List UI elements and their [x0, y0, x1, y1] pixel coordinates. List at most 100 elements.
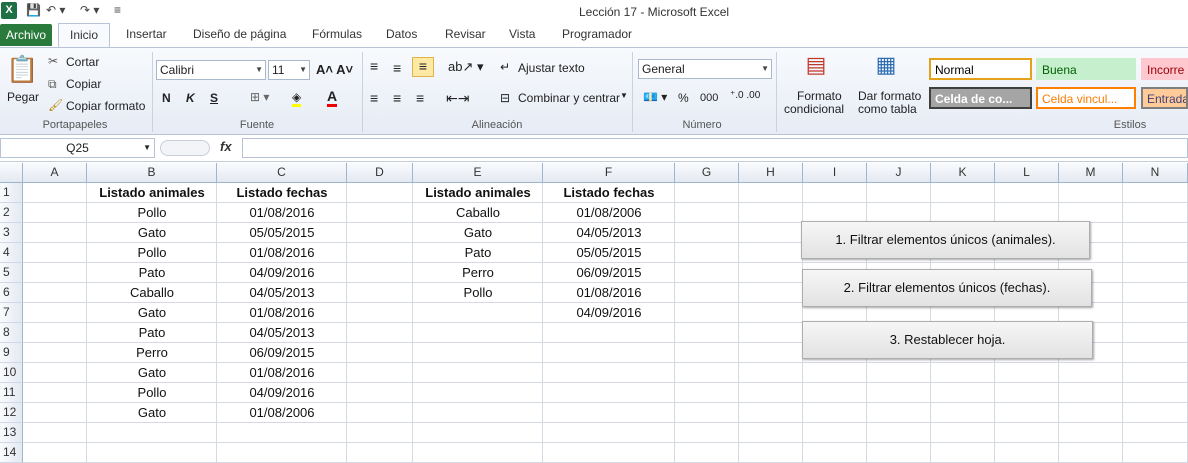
column-header-n[interactable]: N	[1123, 163, 1188, 183]
table-cell[interactable]: Gato	[413, 223, 543, 243]
conditional-format-label-2[interactable]: condicional	[784, 102, 844, 116]
row-header-4[interactable]: 4	[0, 243, 23, 263]
column-header-k[interactable]: K	[931, 163, 995, 183]
row-header-9[interactable]: 9	[0, 343, 23, 363]
table-cell[interactable]: Gato	[87, 223, 217, 243]
table-cell[interactable]: Pato	[413, 243, 543, 263]
conditional-format-icon[interactable]: ▤	[800, 52, 832, 82]
font-color-icon[interactable]: A	[327, 88, 338, 107]
underline-button[interactable]: S	[210, 91, 218, 105]
number-format-select[interactable]: General ▼	[638, 59, 772, 79]
format-as-table-icon[interactable]: ▦	[870, 52, 902, 82]
align-bottom-icon[interactable]: ≡	[412, 57, 434, 77]
table-cell[interactable]: Caballo	[87, 283, 217, 303]
table-cell[interactable]: 05/05/2015	[543, 243, 675, 263]
column-header-d[interactable]: D	[347, 163, 413, 183]
tab-formulas[interactable]: Fórmulas	[312, 27, 362, 41]
column-header-b[interactable]: B	[87, 163, 217, 183]
row-header-8[interactable]: 8	[0, 323, 23, 343]
grow-font-icon[interactable]: A˄ A˅	[316, 62, 353, 77]
column-header-g[interactable]: G	[675, 163, 739, 183]
table-cell[interactable]: 04/05/2013	[217, 283, 347, 303]
table-cell[interactable]: Gato	[87, 403, 217, 423]
copy-icon[interactable]: ⧉	[48, 77, 57, 92]
column-title-cell[interactable]: Listado animales	[413, 183, 543, 203]
table-cell[interactable]: 01/08/2016	[217, 203, 347, 223]
name-box[interactable]: Q25 ▼	[0, 138, 155, 158]
tab-diseno-pagina[interactable]: Diseño de página	[193, 27, 286, 41]
select-all-corner[interactable]	[0, 163, 23, 183]
thousands-button[interactable]: 000	[700, 92, 718, 104]
style-celda-vinculada[interactable]: Celda vincul...	[1036, 87, 1136, 109]
style-entrada[interactable]: Entrada	[1141, 87, 1188, 109]
align-top-icon[interactable]: ≡	[370, 58, 378, 74]
row-header-13[interactable]: 13	[0, 423, 23, 443]
table-cell[interactable]: 05/05/2015	[217, 223, 347, 243]
format-as-table-label-1[interactable]: Dar formato	[858, 89, 921, 103]
table-cell[interactable]: Perro	[87, 343, 217, 363]
table-cell[interactable]: Perro	[413, 263, 543, 283]
row-header-10[interactable]: 10	[0, 363, 23, 383]
tab-programador[interactable]: Programador	[562, 27, 632, 41]
column-header-c[interactable]: C	[217, 163, 347, 183]
table-cell[interactable]: Pollo	[87, 383, 217, 403]
column-header-l[interactable]: L	[995, 163, 1059, 183]
format-as-table-label-2[interactable]: como tabla	[858, 102, 917, 116]
table-cell[interactable]: 04/05/2013	[217, 323, 347, 343]
tab-archivo[interactable]: Archivo	[0, 24, 52, 46]
column-header-a[interactable]: A	[23, 163, 87, 183]
table-cell[interactable]: 01/08/2016	[217, 303, 347, 323]
align-left-icon[interactable]: ≡	[370, 90, 378, 106]
merge-center-button[interactable]: Combinar y centrar	[518, 91, 620, 105]
column-title-cell[interactable]: Listado fechas	[543, 183, 675, 203]
align-right-icon[interactable]: ≡	[416, 90, 424, 106]
table-cell[interactable]: Pato	[87, 263, 217, 283]
chevron-down-icon[interactable]: ▼	[620, 91, 628, 100]
tab-insertar[interactable]: Insertar	[126, 27, 167, 41]
indent-icons[interactable]: ⇤⇥	[446, 90, 469, 107]
column-header-e[interactable]: E	[413, 163, 543, 183]
column-title-cell[interactable]: Listado animales	[87, 183, 217, 203]
bold-button[interactable]: N	[162, 91, 171, 105]
align-middle-icon[interactable]: ≡	[393, 60, 401, 76]
table-cell[interactable]: Caballo	[413, 203, 543, 223]
filter-dates-button[interactable]: 2. Filtrar elementos únicos (fechas).	[802, 269, 1092, 307]
table-cell[interactable]: Pollo	[413, 283, 543, 303]
paste-icon[interactable]: 📋	[6, 52, 38, 86]
table-cell[interactable]: 06/09/2015	[543, 263, 675, 283]
row-header-2[interactable]: 2	[0, 203, 23, 223]
table-cell[interactable]: 04/09/2016	[217, 263, 347, 283]
cut-button[interactable]: Cortar	[66, 55, 99, 69]
row-header-5[interactable]: 5	[0, 263, 23, 283]
table-cell[interactable]: 01/08/2016	[543, 283, 675, 303]
format-painter-icon[interactable]: 🖌	[48, 98, 63, 112]
table-cell[interactable]: Pollo	[87, 243, 217, 263]
table-cell[interactable]: 01/08/2016	[217, 243, 347, 263]
table-cell[interactable]: 04/05/2013	[543, 223, 675, 243]
wrap-text-icon[interactable]: ↵	[500, 60, 510, 74]
formula-input[interactable]	[242, 138, 1188, 158]
percent-button[interactable]: %	[678, 91, 689, 105]
formula-bar-expander[interactable]	[160, 140, 210, 156]
cut-icon[interactable]: ✂	[48, 54, 58, 68]
table-cell[interactable]: 01/08/2006	[217, 403, 347, 423]
tab-datos[interactable]: Datos	[386, 27, 417, 41]
table-cell[interactable]: 04/09/2016	[543, 303, 675, 323]
table-cell[interactable]: 01/08/2006	[543, 203, 675, 223]
table-cell[interactable]: Gato	[87, 303, 217, 323]
paste-button[interactable]: Pegar	[7, 90, 39, 104]
table-cell[interactable]: Pato	[87, 323, 217, 343]
style-celda-comprobacion[interactable]: Celda de co...	[929, 87, 1032, 109]
row-header-3[interactable]: 3	[0, 223, 23, 243]
borders-icon[interactable]: ⊞ ▾	[250, 90, 269, 104]
decimal-icons[interactable]: ⁺.0 .00	[730, 90, 760, 101]
orientation-icon[interactable]: ab↗ ▾	[448, 59, 484, 75]
row-header-12[interactable]: 12	[0, 403, 23, 423]
column-header-h[interactable]: H	[739, 163, 803, 183]
insert-function-button[interactable]: fx	[220, 139, 232, 154]
currency-icon[interactable]: 💶 ▾	[643, 90, 667, 104]
column-header-i[interactable]: I	[803, 163, 867, 183]
wrap-text-button[interactable]: Ajustar texto	[518, 61, 585, 75]
tab-vista[interactable]: Vista	[509, 27, 535, 41]
reset-sheet-button[interactable]: 3. Restablecer hoja.	[802, 321, 1093, 359]
